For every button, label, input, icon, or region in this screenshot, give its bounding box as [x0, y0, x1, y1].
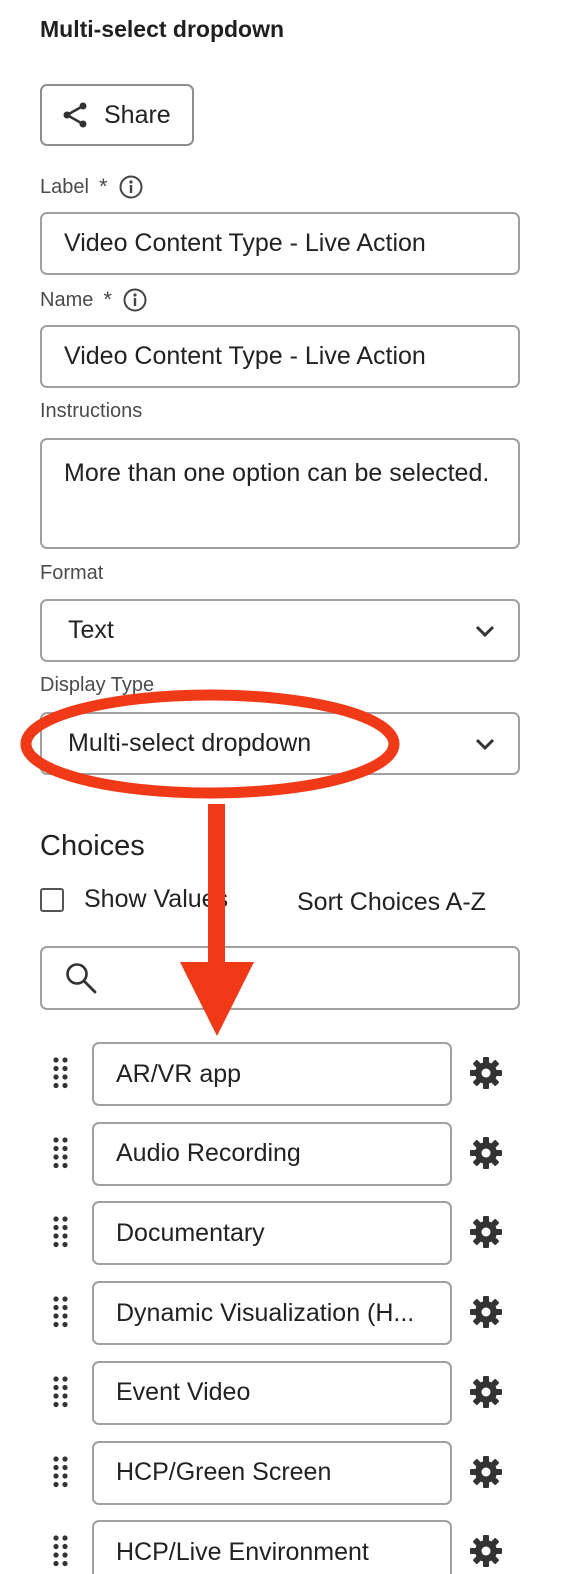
gear-icon[interactable]: [469, 1215, 503, 1249]
drag-handle-icon[interactable]: [52, 1375, 70, 1409]
choice-row: AR/VR app: [0, 1042, 570, 1106]
gear-icon[interactable]: [469, 1136, 503, 1170]
choice-row: HCP/Live Environment: [0, 1520, 570, 1574]
choice-input[interactable]: HCP/Live Environment: [92, 1520, 452, 1574]
gear-icon[interactable]: [469, 1375, 503, 1409]
label-field-text: Label: [40, 175, 89, 198]
required-mark: *: [103, 287, 112, 312]
format-select[interactable]: Text: [40, 599, 520, 662]
search-icon: [66, 963, 97, 994]
label-input[interactable]: Video Content Type - Live Action: [40, 212, 520, 275]
drag-handle-icon[interactable]: [52, 1136, 70, 1170]
choice-input[interactable]: Dynamic Visualization (H...: [92, 1281, 452, 1346]
display-type-value: Multi-select dropdown: [68, 729, 312, 757]
display-type-select[interactable]: Multi-select dropdown: [40, 712, 520, 775]
choice-row: Event Video: [0, 1360, 570, 1425]
chevron-down-icon: [475, 625, 495, 637]
choices-heading: Choices: [40, 830, 145, 862]
gear-icon[interactable]: [469, 1056, 503, 1090]
choice-row: Dynamic Visualization (H...: [0, 1281, 570, 1346]
show-values-checkbox[interactable]: Show Values: [40, 885, 228, 914]
field-properties-panel: Multi-select dropdown Share Label * Vide…: [0, 0, 570, 1574]
sort-choices-button[interactable]: Sort Choices A-Z: [297, 888, 486, 917]
format-label: Format: [40, 562, 104, 584]
drag-handle-icon[interactable]: [52, 1295, 70, 1329]
instructions-textarea[interactable]: More than one option can be selected.: [40, 438, 520, 549]
checkbox-box[interactable]: [40, 887, 64, 912]
instructions-label: Instructions: [40, 400, 143, 422]
choice-input[interactable]: Audio Recording: [92, 1121, 452, 1186]
name-input[interactable]: Video Content Type - Live Action: [40, 325, 520, 388]
choice-row: HCP/Green Screen: [0, 1440, 570, 1505]
share-label: Share: [104, 100, 171, 129]
drag-handle-icon[interactable]: [52, 1215, 70, 1249]
share-icon: [63, 102, 87, 128]
chevron-down-icon: [475, 738, 495, 750]
name-field-text: Name: [40, 288, 94, 311]
drag-handle-icon[interactable]: [52, 1534, 70, 1568]
choice-input[interactable]: Event Video: [92, 1360, 452, 1425]
choice-row: Audio Recording: [0, 1121, 570, 1186]
drag-handle-icon[interactable]: [52, 1455, 70, 1489]
drag-handle-icon[interactable]: [52, 1056, 70, 1090]
gear-icon[interactable]: [469, 1455, 503, 1489]
choice-row: Documentary: [0, 1201, 570, 1266]
format-value: Text: [68, 616, 114, 644]
required-mark: *: [98, 174, 108, 199]
choice-input[interactable]: AR/VR app: [92, 1042, 452, 1106]
gear-icon[interactable]: [469, 1534, 503, 1568]
label-field-label: Label *: [40, 174, 144, 200]
info-icon[interactable]: [122, 287, 148, 313]
choice-input[interactable]: HCP/Green Screen: [92, 1440, 452, 1505]
choices-search-input[interactable]: [40, 946, 520, 1010]
display-type-label: Display Type: [40, 674, 155, 696]
panel-title: Multi-select dropdown: [40, 16, 285, 42]
info-icon[interactable]: [118, 174, 144, 200]
choice-input[interactable]: Documentary: [92, 1201, 452, 1266]
name-field-label: Name *: [40, 287, 148, 313]
share-button[interactable]: Share: [40, 84, 194, 146]
gear-icon[interactable]: [469, 1295, 503, 1329]
show-values-label: Show Values: [84, 885, 229, 913]
